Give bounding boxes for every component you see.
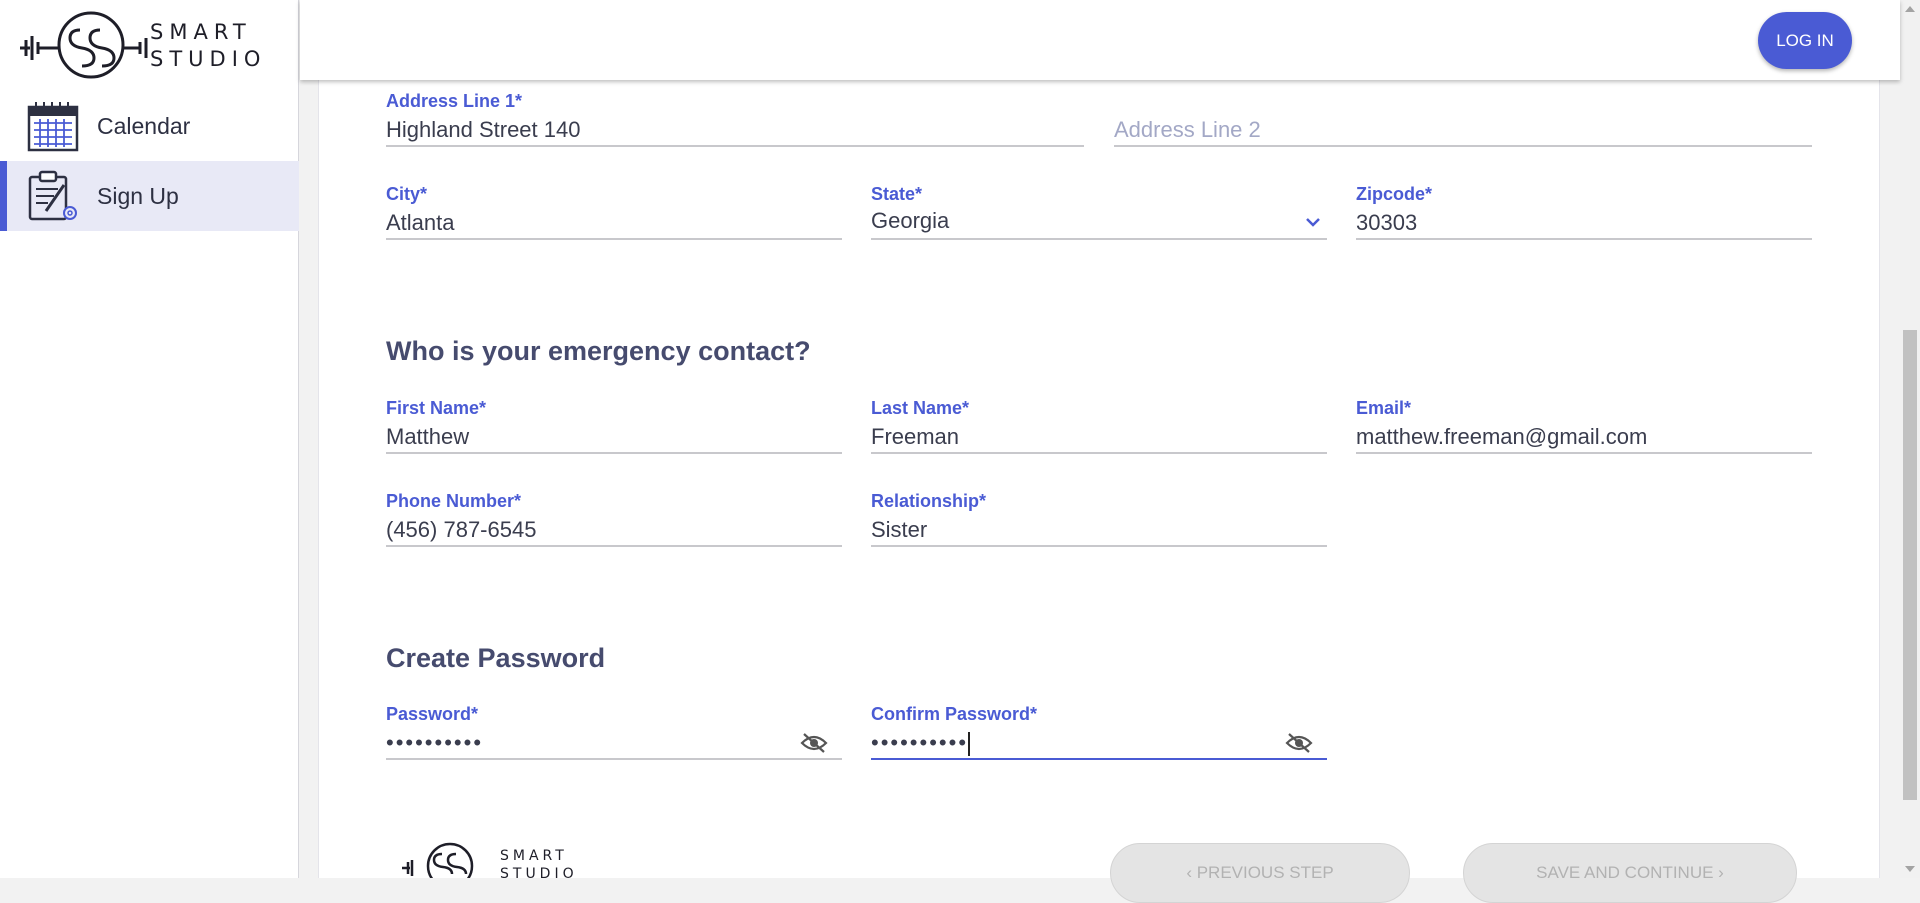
eye-slash-icon[interactable]	[800, 732, 828, 754]
password-masked-value: ••••••••••	[386, 730, 484, 755]
field-label: Relationship*	[871, 491, 987, 511]
field-label: Last Name*	[871, 398, 970, 418]
field-label: Phone Number*	[386, 491, 522, 511]
sidebar-item-sign-up[interactable]: Sign Up	[0, 161, 299, 231]
create-password-heading: Create Password	[386, 643, 606, 673]
logo-text-studio: STUDIO	[500, 866, 578, 878]
relationship-input[interactable]: Sister	[871, 513, 1327, 547]
footer-smart-studio-logo: SMART STUDIO	[400, 842, 600, 878]
sidebar-item-label: Calendar	[97, 112, 191, 139]
sidebar: SMART STUDIO Calendar Sign Up	[0, 0, 299, 878]
field-label: Confirm Password*	[871, 704, 1038, 724]
save-and-continue-button[interactable]: SAVE AND CONTINUE ›	[1463, 843, 1797, 903]
login-button[interactable]: LOG IN	[1758, 12, 1852, 69]
emergency-contact-heading: Who is your emergency contact?	[386, 336, 811, 366]
state-select-value: Georgia	[871, 208, 950, 233]
scroll-down-arrow-icon[interactable]	[1905, 866, 1915, 872]
password-field: Password* ••••••••••	[386, 704, 842, 760]
logo-text-smart: SMART	[150, 19, 252, 44]
emergency-phone-field: Phone Number* (456) 787-6545	[386, 491, 842, 547]
state-select[interactable]: Georgia	[871, 206, 1327, 240]
email-input[interactable]: matthew.freeman@gmail.com	[1356, 420, 1812, 454]
field-label: State*	[871, 184, 923, 204]
state-field: State* Georgia	[871, 184, 1327, 240]
scrollbar-thumb[interactable]	[1903, 330, 1917, 800]
first-name-input[interactable]: Matthew	[386, 420, 842, 454]
emergency-last-name-field: Last Name* Freeman	[871, 398, 1327, 454]
field-label: Zipcode*	[1356, 184, 1433, 204]
zipcode-input[interactable]: 30303	[1356, 206, 1812, 240]
last-name-input[interactable]: Freeman	[871, 420, 1327, 454]
emergency-email-field: Email* matthew.freeman@gmail.com	[1356, 398, 1812, 454]
clipboard-gear-icon	[28, 170, 77, 221]
field-label: Address Line 1*	[386, 91, 523, 111]
eye-slash-icon[interactable]	[1285, 732, 1313, 754]
logo-text-studio: STUDIO	[150, 46, 267, 71]
logo-text-smart: SMART	[500, 848, 568, 864]
confirm-password-field: Confirm Password* ••••••••••	[871, 704, 1327, 760]
field-label: First Name*	[386, 398, 487, 418]
field-label: City*	[386, 184, 428, 204]
field-label: Password*	[386, 704, 479, 724]
sidebar-item-calendar[interactable]: Calendar	[0, 91, 299, 161]
address-line-1-input[interactable]: Highland Street 140	[386, 113, 1084, 147]
text-cursor	[968, 732, 971, 757]
confirm-password-masked-value: ••••••••••	[871, 730, 969, 755]
calendar-icon	[27, 102, 79, 152]
emergency-first-name-field: First Name* Matthew	[386, 398, 842, 454]
zipcode-field: Zipcode* 30303	[1356, 184, 1812, 240]
chevron-down-icon	[1306, 218, 1320, 227]
city-input[interactable]: Atlanta	[386, 206, 842, 240]
city-field: City* Atlanta	[386, 184, 842, 240]
address-line-2-field: Address Line 2	[1114, 113, 1812, 147]
scroll-up-arrow-icon[interactable]	[1905, 6, 1915, 12]
previous-step-button[interactable]: ‹ PREVIOUS STEP	[1110, 843, 1410, 903]
smart-studio-logo[interactable]: SMART STUDIO	[18, 8, 278, 83]
address-line-1-field: Address Line 1* Highland Street 140	[386, 91, 1084, 147]
page-scrollbar[interactable]	[1900, 0, 1920, 878]
dumbbell-logo-icon: SMART STUDIO	[402, 842, 578, 878]
field-label: Email*	[1356, 398, 1412, 418]
sidebar-item-label: Sign Up	[97, 182, 179, 209]
password-input[interactable]: ••••••••••	[386, 726, 842, 760]
address-line-2-input[interactable]: Address Line 2	[1114, 113, 1812, 147]
confirm-password-input[interactable]: ••••••••••	[871, 726, 1327, 760]
phone-number-input[interactable]: (456) 787-6545	[386, 513, 842, 547]
top-bar: LOG IN	[300, 0, 1900, 80]
emergency-relationship-field: Relationship* Sister	[871, 491, 1327, 547]
dumbbell-logo-icon	[20, 11, 148, 79]
